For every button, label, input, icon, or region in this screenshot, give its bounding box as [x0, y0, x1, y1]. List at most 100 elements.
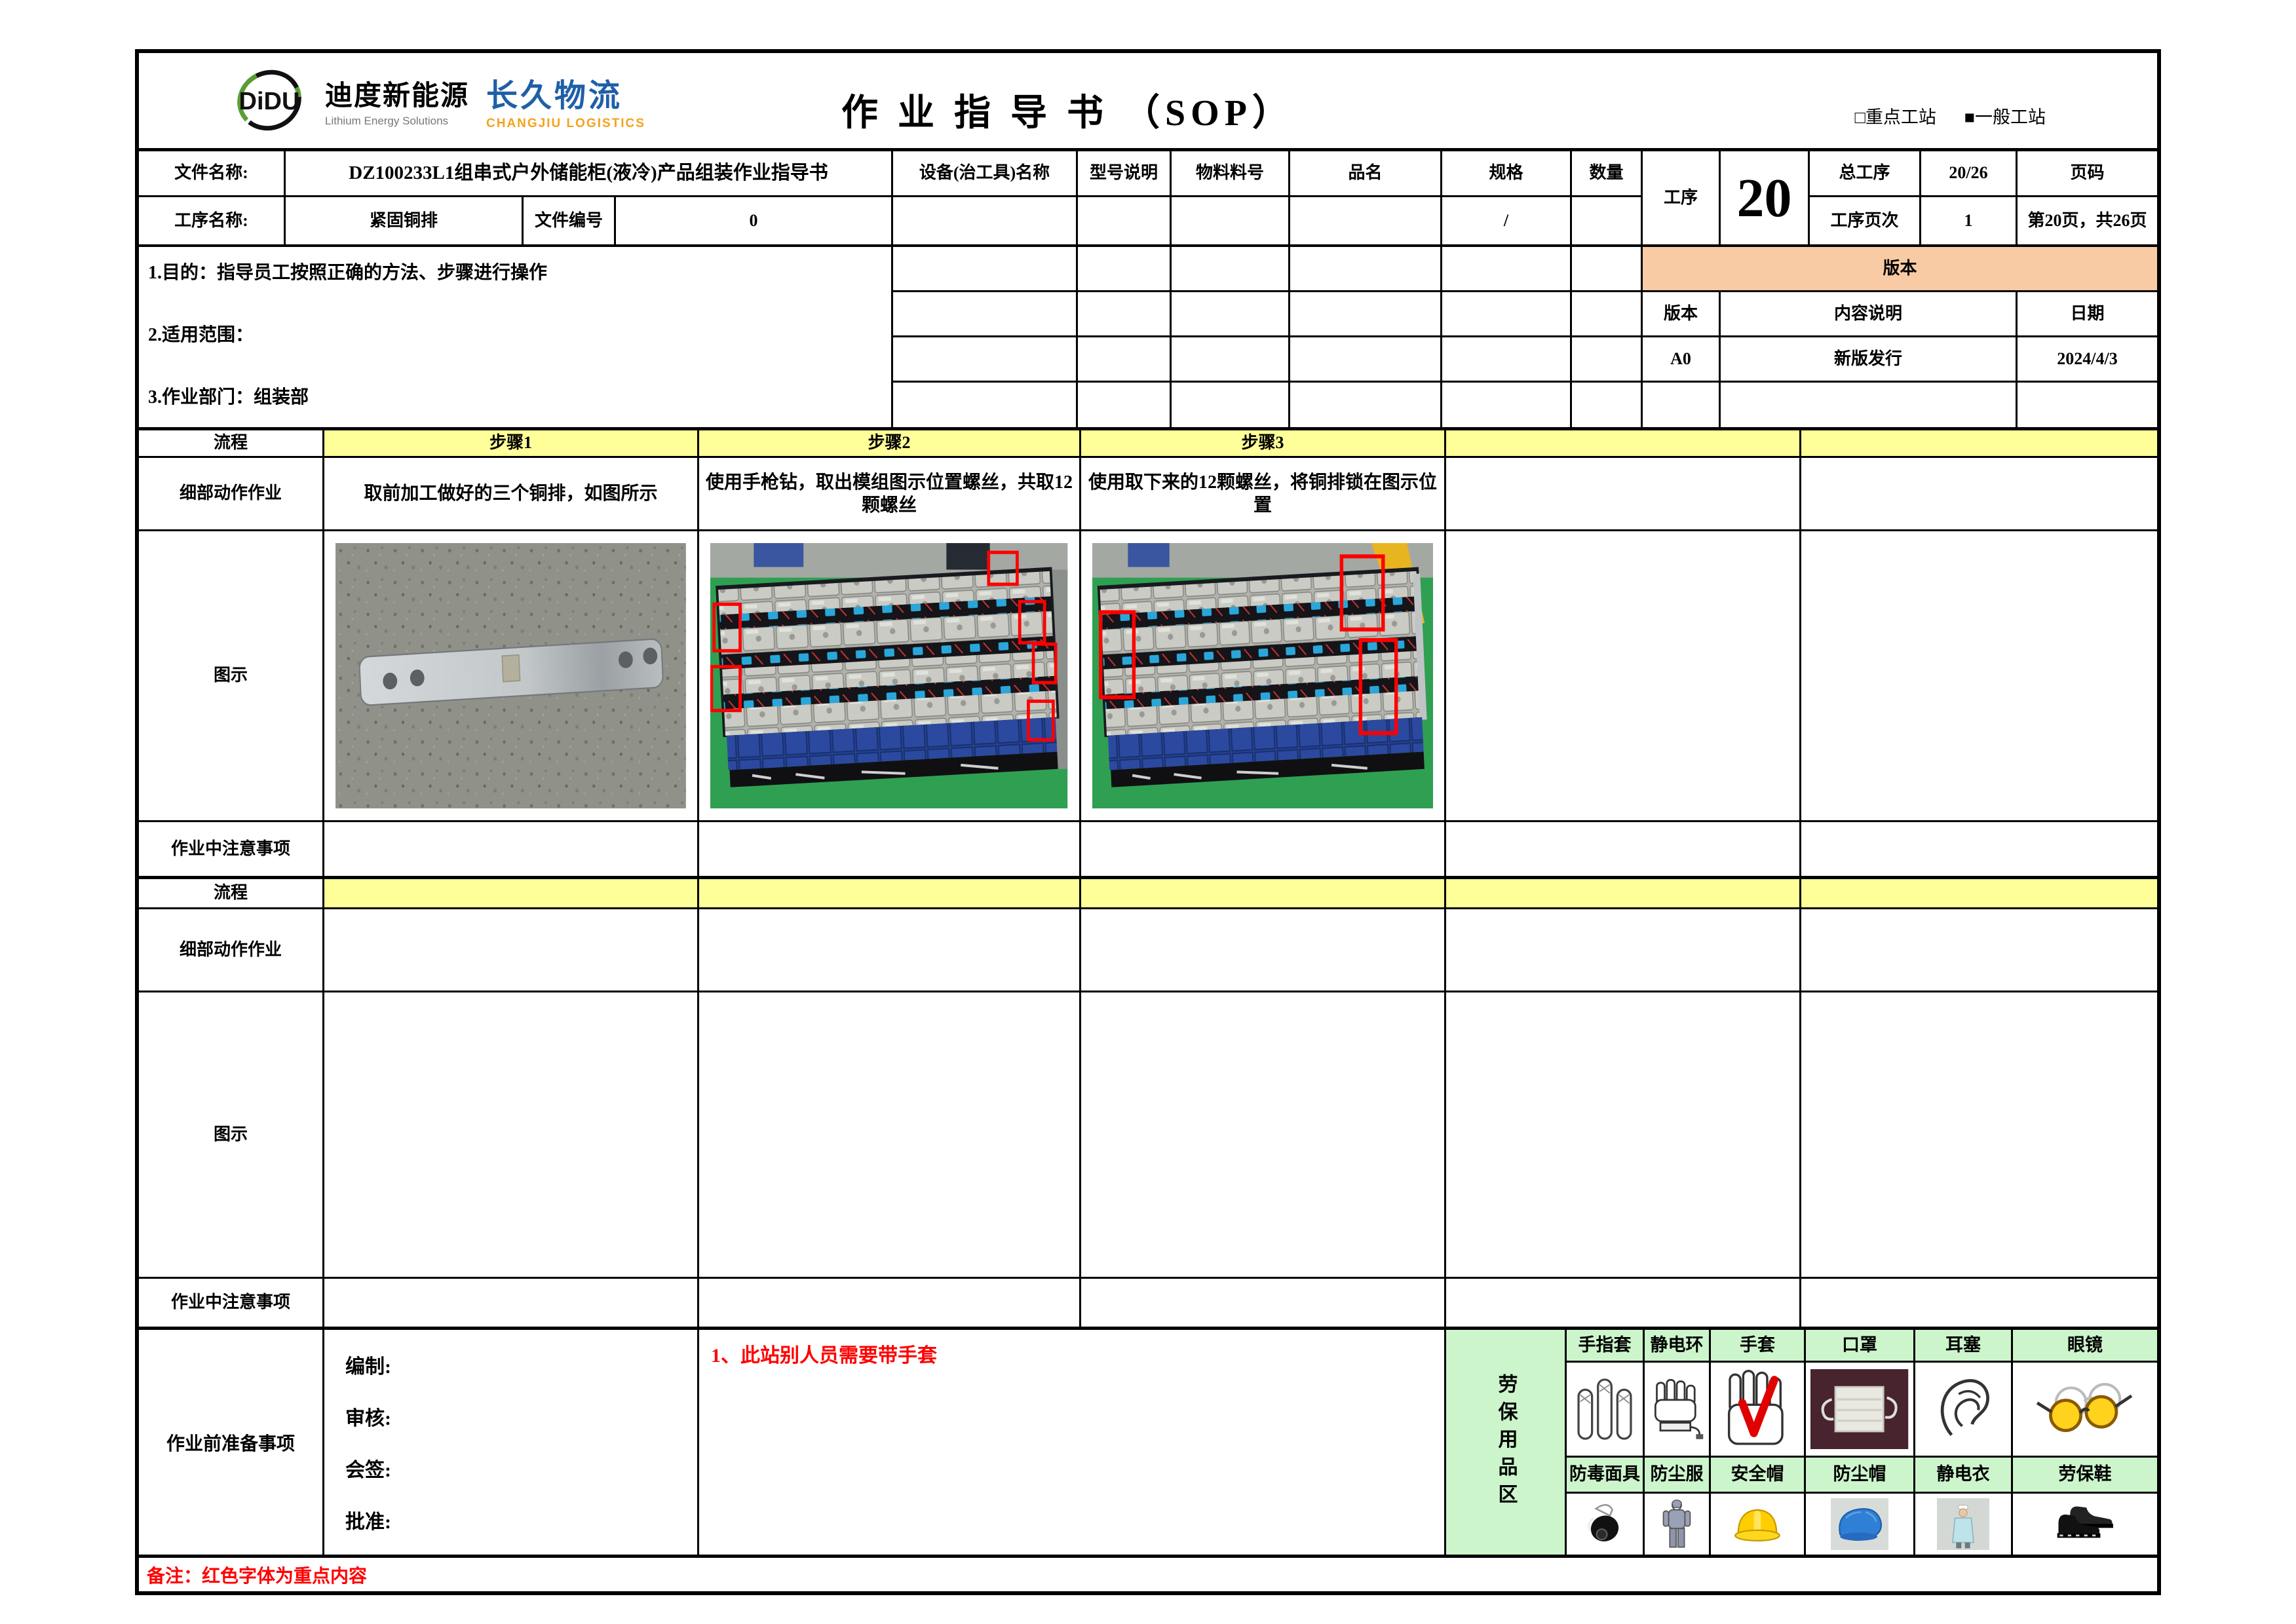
diagram-label: 图示	[139, 992, 324, 1279]
diagram-cell-step2	[699, 531, 1081, 822]
logo-changjiu-text: 长久物流 CHANGJIU LOGISTICS	[486, 69, 645, 131]
purpose-line: 1.目的：指导员工按照正确的方法、步骤进行操作	[148, 261, 547, 284]
department-line: 3.作业部门：组装部	[148, 386, 309, 409]
empty-cell	[699, 1279, 1081, 1327]
page-value: 第20页，共26页	[2018, 197, 2157, 244]
didu-logo-icon: DiDU	[231, 65, 308, 136]
date-col-header: 日期	[2018, 292, 2157, 337]
ppe-label-earplug: 耳塞	[1915, 1330, 2013, 1363]
empty-cell	[1078, 292, 1172, 337]
logo-block: DiDU 迪度新能源 Lithium Energy Solutions 长久物流…	[231, 65, 645, 136]
empty-cell	[893, 292, 1078, 337]
empty-cell	[1172, 292, 1290, 337]
doc-no-value: 0	[616, 197, 893, 244]
esd-wrist-strap-icon	[1645, 1369, 1709, 1449]
reviewed-by-label: 审核:	[345, 1402, 697, 1431]
ppe-label-esd-ring: 静电环	[1645, 1330, 1711, 1363]
empty-cell	[1078, 197, 1172, 244]
total-process-value: 20/26	[1921, 151, 2018, 197]
battery-module-photo-step2	[710, 543, 1067, 809]
ppe-icon-cell	[2013, 1363, 2157, 1458]
empty-cell	[1446, 1279, 1801, 1327]
safety-glasses-icon	[2032, 1369, 2139, 1449]
diagram-label: 图示	[139, 531, 324, 822]
empty-cell	[699, 822, 1081, 876]
empty-cell	[1078, 247, 1172, 292]
empty-cell	[324, 909, 699, 992]
empty-cell	[699, 909, 1081, 992]
gas-mask-icon	[1578, 1498, 1631, 1551]
battery-module-photo-step3	[1092, 543, 1434, 809]
ppe-label-gas-mask: 防毒面具	[1567, 1458, 1645, 1494]
empty-cell	[1801, 531, 2157, 822]
ppe-label-shoes: 劳保鞋	[2013, 1458, 2157, 1494]
logo-didu-text: 迪度新能源 Lithium Energy Solutions	[325, 73, 469, 128]
key-station-checkbox: □重点工站	[1855, 107, 1936, 127]
approved-by-label: 批准:	[345, 1505, 697, 1534]
work-steps-section-2: 流程 细部动作作业 图示 作业中注意事项	[139, 879, 2157, 1330]
empty-cell	[2018, 383, 2157, 427]
dust-suit-icon	[1651, 1498, 1703, 1551]
empty-step-header	[1446, 430, 1801, 458]
step1-detail: 取前加工做好的三个铜排，如图所示	[324, 458, 699, 531]
empty-cell	[1442, 337, 1572, 383]
general-station-checkbox: ■一般工站	[1964, 107, 2046, 127]
footer-note: 备注：红色字体为重点内容	[147, 1562, 367, 1588]
process-label: 工序	[1643, 151, 1721, 244]
empty-cell	[1572, 247, 1643, 292]
ppe-icon-cell	[1567, 1494, 1645, 1555]
empty-cell	[1446, 458, 1801, 531]
dust-cap-icon	[1831, 1498, 1889, 1551]
empty-cell	[1172, 197, 1290, 244]
empty-cell	[893, 247, 1078, 292]
empty-cell	[1290, 247, 1442, 292]
ppe-icon-cell	[1711, 1363, 1806, 1458]
spec-value: /	[1442, 197, 1572, 244]
logo-didu-sub: Lithium Energy Solutions	[325, 115, 469, 128]
material-label: 物料料号	[1172, 151, 1290, 197]
safety-shoes-icon	[2050, 1498, 2120, 1551]
ppe-icon-cell	[1711, 1494, 1806, 1555]
preparation-band: 作业前准备事项 编制: 审核: 会签: 批准: 1、此站别人员需要带手套 劳保用…	[139, 1330, 2157, 1558]
empty-cell	[1801, 822, 2157, 876]
ppe-icon-cell	[2013, 1494, 2157, 1555]
ppe-icon-cell	[1645, 1494, 1711, 1555]
empty-cell	[1081, 909, 1446, 992]
empty-cell	[1081, 992, 1446, 1279]
version-value: A0	[1643, 337, 1721, 383]
diagram-cell-step3	[1081, 531, 1446, 822]
glove-requirement-note: 1、此站别人员需要带手套	[699, 1330, 1446, 1555]
empty-step-header	[1801, 879, 2157, 909]
empty-cell	[1572, 337, 1643, 383]
page-title: 作 业 指 导 书 （SOP）	[841, 83, 1294, 136]
empty-cell	[1172, 247, 1290, 292]
spec-label: 规格	[1442, 151, 1572, 197]
ear-plug-icon	[1923, 1369, 2003, 1449]
qty-label: 数量	[1572, 151, 1643, 197]
empty-cell	[1078, 337, 1172, 383]
scope-line: 2.适用范围：	[148, 324, 254, 347]
product-label: 品名	[1290, 151, 1442, 197]
ppe-label-glasses: 眼镜	[2013, 1330, 2157, 1363]
empty-cell	[893, 337, 1078, 383]
empty-cell	[1172, 337, 1290, 383]
ppe-table: 手指套 静电环 手套 口罩 耳塞 眼镜	[1567, 1330, 2157, 1555]
flow-label: 流程	[139, 879, 324, 909]
caution-label: 作业中注意事项	[139, 1279, 324, 1327]
empty-step-header	[324, 879, 699, 909]
document-info-table: 文件名称: DZ100233L1组串式户外储能柜(液冷)产品组装作业指导书 设备…	[139, 151, 2157, 247]
ppe-label-dust-cap: 防尘帽	[1806, 1458, 1915, 1494]
empty-cell	[1290, 383, 1442, 427]
caution-label: 作业中注意事项	[139, 822, 324, 876]
ppe-label-finger-cots: 手指套	[1567, 1330, 1645, 1363]
svg-text:DiDU: DiDU	[239, 88, 300, 115]
glove-check-icon	[1717, 1369, 1797, 1449]
page-label: 页码	[2018, 151, 2157, 197]
empty-cell	[1446, 822, 1801, 876]
step2-header: 步骤2	[699, 430, 1081, 458]
esd-clothing-icon	[1937, 1498, 1989, 1551]
sheet-header: DiDU 迪度新能源 Lithium Energy Solutions 长久物流…	[139, 53, 2157, 151]
ppe-label-helmet: 安全帽	[1711, 1458, 1806, 1494]
logo-didu-name: 迪度新能源	[325, 73, 469, 113]
sop-sheet: DiDU 迪度新能源 Lithium Energy Solutions 长久物流…	[135, 49, 2161, 1595]
